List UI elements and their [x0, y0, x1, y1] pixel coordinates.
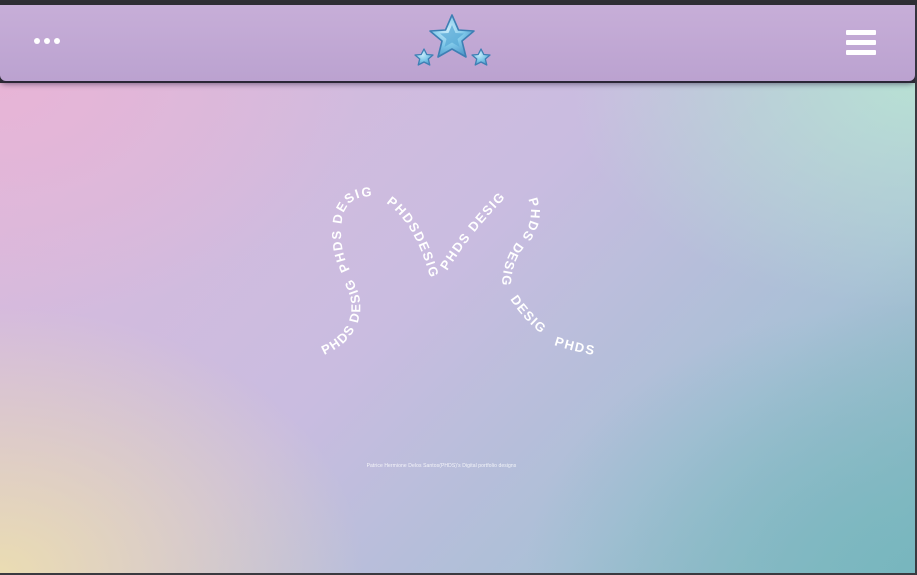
monogram-text-4: PHDS DESIGN — [0, 83, 508, 273]
hamburger-line — [846, 30, 876, 35]
phds-monogram: PHDS DESIGN PHDS DESIGN PHDSDESIGN PHDS … — [0, 83, 597, 359]
monogram-text-2: PHDS DESIGN — [0, 83, 373, 275]
hamburger-line — [846, 40, 876, 45]
more-dot — [34, 38, 40, 44]
monogram-text-1: PHDS DESIGN — [0, 83, 363, 358]
monogram-text-7: PHDS — [553, 334, 597, 359]
hero-section: PHDS DESIGN PHDS DESIGN PHDSDESIGN PHDS … — [0, 83, 915, 573]
hamburger-line — [846, 50, 876, 55]
more-options-button[interactable] — [34, 35, 68, 47]
monogram-text-5: PHDS DESIGN — [0, 83, 543, 287]
hamburger-menu-icon[interactable] — [846, 30, 876, 56]
monogram-text-3: PHDSDESIGN — [0, 83, 442, 280]
more-dot — [54, 38, 60, 44]
three-stars-logo-icon[interactable] — [410, 11, 494, 73]
top-nav-bar — [0, 5, 915, 81]
more-dot — [44, 38, 50, 44]
portfolio-caption: Patrice Hermione Delos Santos(PHDS)'s Di… — [366, 463, 517, 469]
monogram-text-6: DESIGN — [0, 83, 550, 337]
